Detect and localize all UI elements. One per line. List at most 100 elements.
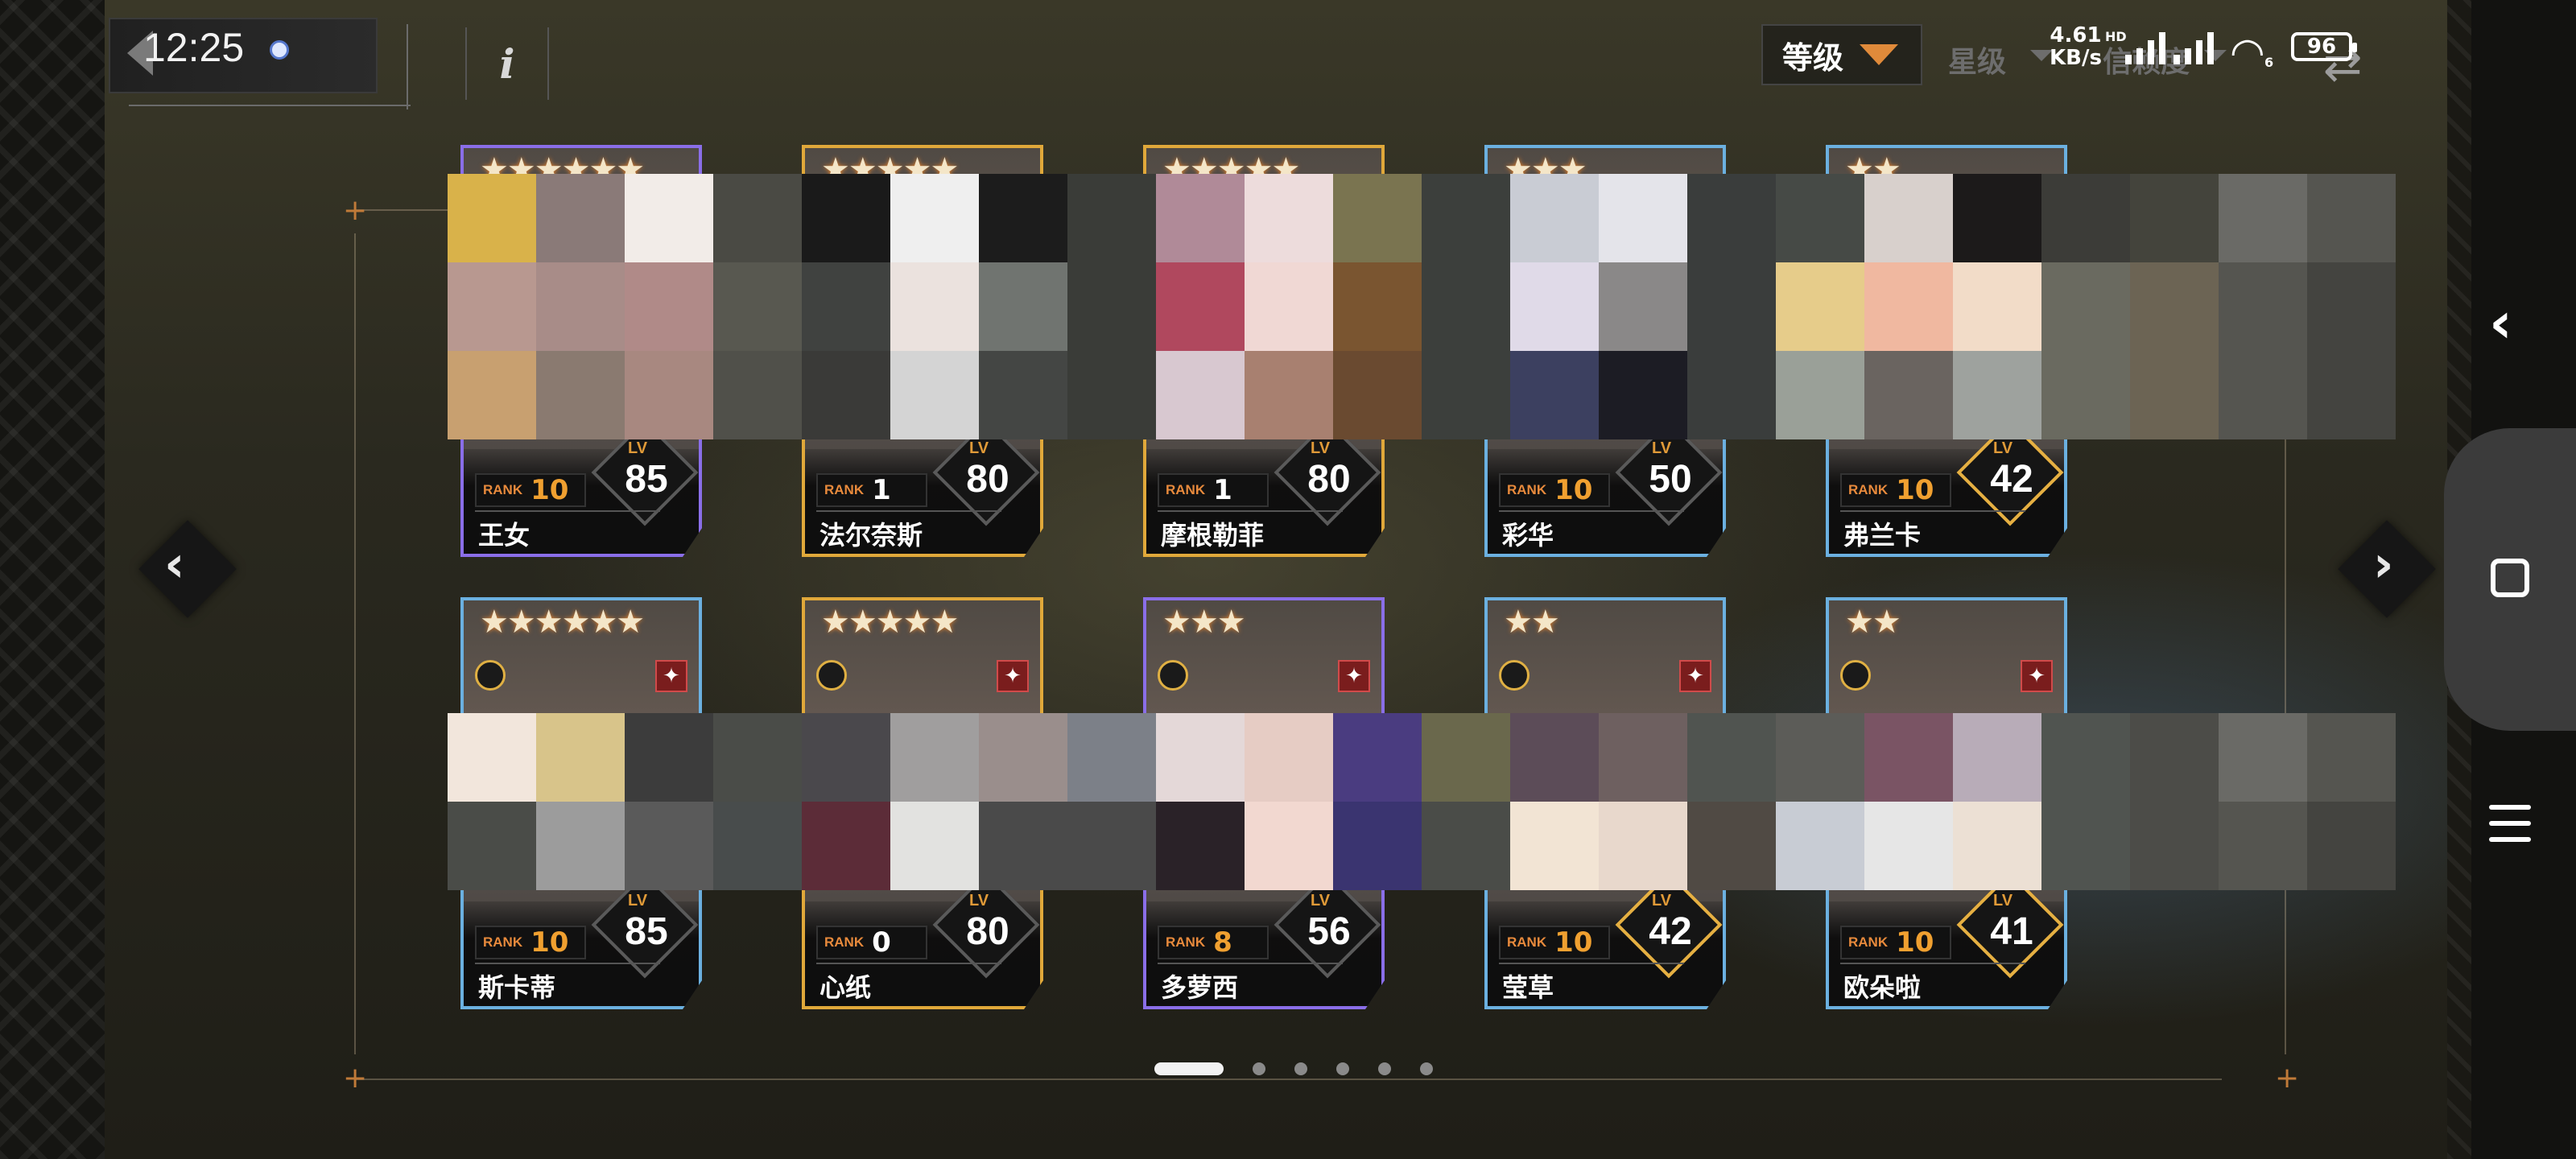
- mosaic-block: [2307, 174, 2396, 262]
- rank-value: 1: [872, 474, 891, 506]
- mosaic-block: [448, 262, 536, 351]
- level-value: 56: [1307, 910, 1351, 953]
- mosaic-block: [1953, 174, 2041, 262]
- rank-badge: RANK 10: [1840, 473, 1951, 507]
- mosaic-block: [1156, 174, 1245, 262]
- character-name: 斯卡蒂: [478, 972, 556, 1003]
- level-label: LV: [969, 892, 989, 909]
- prev-page-button[interactable]: [138, 520, 237, 618]
- divider: [475, 963, 660, 964]
- mosaic-block: [890, 174, 979, 262]
- corner-plus-icon: +: [343, 194, 368, 227]
- system-menu-icon[interactable]: [2489, 805, 2531, 853]
- character-name: 王女: [478, 520, 530, 551]
- system-home-icon[interactable]: [2491, 559, 2529, 597]
- rank-label: RANK: [483, 482, 523, 497]
- character-name: 彩华: [1502, 520, 1554, 551]
- mosaic-block: [1510, 713, 1599, 802]
- rank-badge: RANK 1: [816, 473, 927, 507]
- network-speed: 4.61 KB/s: [2050, 24, 2102, 69]
- mosaic-block: [2307, 351, 2396, 439]
- mosaic-block: [979, 262, 1067, 351]
- mosaic-block: [1776, 351, 1864, 439]
- divider: [1499, 963, 1684, 964]
- mosaic-block: [1953, 802, 2041, 890]
- mosaic-block: [1245, 351, 1333, 439]
- hd-badge: HD: [2105, 29, 2127, 44]
- mosaic-block: [1156, 262, 1245, 351]
- page-dot-active[interactable]: [1154, 1062, 1224, 1075]
- mosaic-block: [1510, 802, 1599, 890]
- mosaic-block: [979, 174, 1067, 262]
- mosaic-block: [625, 713, 713, 802]
- rank-label: RANK: [1166, 934, 1206, 950]
- mosaic-block: [1864, 713, 1953, 802]
- corner-plus-icon: +: [343, 1062, 368, 1095]
- sort-by-level-button[interactable]: 等级: [1761, 24, 1922, 85]
- mosaic-block: [2219, 174, 2307, 262]
- level-value: 41: [1990, 910, 2033, 953]
- mosaic-block: [536, 262, 625, 351]
- page-dot[interactable]: [1420, 1062, 1433, 1075]
- page-dot[interactable]: [1378, 1062, 1391, 1075]
- page-indicator: [1154, 1062, 1433, 1075]
- rank-label: RANK: [824, 482, 865, 497]
- mosaic-block: [1067, 262, 1156, 351]
- divider: [1499, 510, 1684, 512]
- rank-badge: RANK 10: [475, 473, 586, 507]
- mosaic-block: [890, 351, 979, 439]
- element-icon: ✦: [1679, 660, 1711, 692]
- mosaic-block: [2041, 713, 2130, 802]
- mosaic-block: [448, 802, 536, 890]
- sort-level-label: 等级: [1782, 39, 1844, 76]
- rank-label: RANK: [1507, 482, 1547, 497]
- mosaic-block: [713, 802, 802, 890]
- page-dot[interactable]: [1294, 1062, 1307, 1075]
- character-name: 多萝西: [1161, 972, 1239, 1003]
- mosaic-block: [536, 174, 625, 262]
- rank-badge: RANK 8: [1158, 926, 1269, 959]
- rank-label: RANK: [1848, 482, 1889, 497]
- mosaic-block: [1067, 174, 1156, 262]
- level-label: LV: [1993, 439, 2013, 457]
- element-icon: ✦: [1338, 660, 1370, 692]
- mosaic-block: [890, 713, 979, 802]
- status-time: 12:25: [143, 25, 245, 70]
- mosaic-block: [2130, 351, 2219, 439]
- mosaic-block: [1599, 262, 1687, 351]
- divider: [1840, 963, 2025, 964]
- rank-value: 10: [530, 474, 569, 506]
- rarity-stars: ★★: [1845, 604, 1901, 641]
- mosaic-block: [1156, 802, 1245, 890]
- mosaic-block: [448, 174, 536, 262]
- sort-by-star-button[interactable]: 星级: [1948, 39, 2006, 80]
- mosaic-block: [1864, 262, 1953, 351]
- info-button[interactable]: i: [465, 27, 549, 100]
- mosaic-block: [2219, 713, 2307, 802]
- mosaic-block: [1864, 174, 1953, 262]
- divider: [816, 510, 1001, 512]
- mosaic-block: [1510, 351, 1599, 439]
- page-dot[interactable]: [1253, 1062, 1265, 1075]
- mosaic-block: [1510, 262, 1599, 351]
- system-back-icon[interactable]: ‹: [2489, 290, 2512, 356]
- mosaic-block: [2219, 262, 2307, 351]
- page-dot[interactable]: [1336, 1062, 1349, 1075]
- mosaic-block: [2130, 174, 2219, 262]
- level-label: LV: [1652, 892, 1672, 909]
- level-label: LV: [1993, 892, 2013, 909]
- class-icon: [1499, 660, 1530, 691]
- rank-label: RANK: [1848, 934, 1889, 950]
- mosaic-block: [536, 713, 625, 802]
- level-label: LV: [1311, 439, 1331, 457]
- mosaic-block: [448, 713, 536, 802]
- mosaic-block: [1245, 262, 1333, 351]
- mosaic-block: [1953, 351, 2041, 439]
- rank-label: RANK: [1166, 482, 1206, 497]
- mosaic-block: [1333, 262, 1422, 351]
- mosaic-block: [802, 262, 890, 351]
- mosaic-block: [1599, 174, 1687, 262]
- mosaic-block: [1156, 713, 1245, 802]
- level-value: 85: [625, 910, 668, 953]
- mosaic-block: [1599, 351, 1687, 439]
